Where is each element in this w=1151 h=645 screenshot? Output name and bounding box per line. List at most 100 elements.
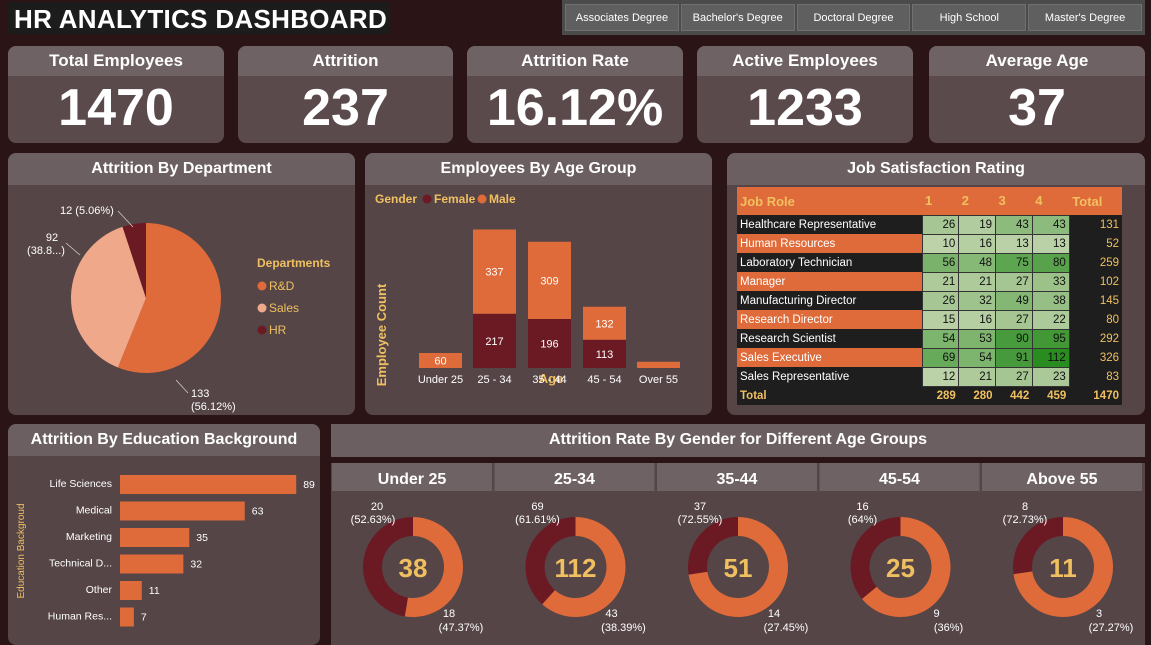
donut-label-male: 9 [933, 608, 939, 620]
table-header-cell: 1 [922, 187, 959, 215]
total-cell: 52 [1069, 234, 1122, 253]
filter-masters-degree[interactable]: Master's Degree [1028, 4, 1142, 31]
rating-cell: 95 [1031, 328, 1070, 349]
rating-cell: 21 [958, 271, 997, 292]
rating-cell: 56 [921, 252, 960, 273]
table-header-cell: Total [1069, 187, 1122, 215]
x-tick-label: Over 55 [639, 374, 678, 386]
total-row-cell: 289 [922, 386, 959, 405]
rating-cell: 75 [995, 252, 1033, 273]
filter-high-school[interactable]: High School [912, 4, 1027, 31]
total-cell: 326 [1069, 348, 1122, 367]
total-cell: 131 [1069, 215, 1122, 234]
bar-label: 217 [485, 336, 503, 348]
donut-header: Under 25 [378, 471, 447, 488]
donut-label-female: (72.55%) [678, 514, 723, 526]
table-row: Human Resources 10 16 13 13 52 [737, 233, 1122, 254]
rating-cell: 10 [921, 233, 960, 254]
rating-cell: 23 [1031, 366, 1070, 387]
donut-label-female: 20 [371, 501, 383, 513]
pie-data-label: 92 [46, 232, 58, 244]
bar-label: 196 [540, 339, 558, 351]
job-role-cell: Sales Representative [737, 367, 922, 386]
rating-cell: 19 [958, 214, 997, 235]
rating-cell: 27 [995, 366, 1033, 387]
kpi-active-employees: Active Employees 1233 [697, 46, 913, 143]
legend-label: Female [434, 192, 476, 206]
rating-cell: 21 [921, 271, 960, 292]
job-role-cell: Sales Executive [737, 348, 922, 367]
donut-label-female: (72.73%) [1003, 514, 1048, 526]
rating-cell: 27 [995, 271, 1033, 292]
y-tick-label: Marketing [66, 531, 112, 543]
kpi-average-age: Average Age 37 [929, 46, 1145, 143]
education-bar [120, 554, 184, 574]
attrition-by-education-panel: Attrition By Education Background Educat… [8, 424, 320, 645]
donut-label-male: (47.37%) [439, 622, 484, 634]
bar-label: 63 [252, 506, 264, 518]
legend-title: Gender [375, 192, 417, 206]
kpi-label: Average Age [929, 46, 1145, 76]
total-row-cell: 459 [1032, 386, 1070, 405]
y-tick-label: Medical [76, 505, 112, 517]
pie-leader-line [117, 210, 134, 228]
donut-label-female: (61.61%) [515, 514, 560, 526]
rating-cell: 33 [1031, 271, 1070, 292]
donut-label-female: 69 [531, 501, 543, 513]
legend-label: HR [269, 323, 287, 337]
pie-data-label: 12 (5.06%) [60, 205, 114, 217]
panel-title: Employees By Age Group [365, 153, 712, 185]
donut-label-female: (52.63%) [351, 514, 396, 526]
y-axis-label: Employee Count [374, 283, 389, 386]
bar-label: 60 [434, 356, 446, 368]
job-role-cell: Manufacturing Director [737, 291, 922, 310]
bar-label: 32 [190, 559, 202, 571]
donut-label-female: 37 [694, 501, 706, 513]
y-axis-label: Education Backgroud [16, 503, 27, 598]
table-row: Research Scientist 54 53 90 95 292 [737, 328, 1122, 349]
donut-label-male: 14 [768, 608, 780, 620]
table-row: Sales Executive 69 54 91 112 326 [737, 347, 1122, 368]
rating-cell: 16 [958, 233, 997, 254]
donut-label-male: 18 [443, 608, 455, 620]
total-row-cell: 442 [995, 386, 1033, 405]
kpi-label: Total Employees [8, 46, 224, 76]
job-role-cell: Human Resources [737, 234, 922, 253]
donut-label-male: (38.39%) [601, 622, 646, 634]
table-row: Laboratory Technician 56 48 75 80 259 [737, 252, 1122, 273]
pie-leader-line [65, 242, 81, 256]
donut-header: 45-54 [879, 471, 920, 488]
legend-marker-female [422, 194, 432, 204]
kpi-attrition-rate: Attrition Rate 16.12% [467, 46, 683, 143]
rating-cell: 80 [1031, 252, 1070, 273]
rating-cell: 43 [995, 214, 1033, 235]
job-satisfaction-panel: Job Satisfaction Rating Job Role 1 2 3 4 Tota… [727, 153, 1145, 415]
rating-cell: 38 [1031, 290, 1070, 311]
y-tick-label: Life Sciences [50, 478, 112, 490]
total-row-cell: 280 [958, 386, 996, 405]
filter-associates-degree[interactable]: Associates Degree [565, 4, 679, 31]
rating-cell: 13 [995, 233, 1033, 254]
job-satisfaction-table: Job Role 1 2 3 4 Total Healthcare Representati… [737, 187, 1122, 405]
bar-label: 132 [595, 318, 613, 330]
donut-header: Above 55 [1026, 471, 1097, 488]
kpi-total-employees: Total Employees 1470 [8, 46, 224, 143]
y-tick-label: Technical D... [49, 558, 112, 570]
age-group-stacked-bar-chart: Gender Female MaleEmployee Count Age60Under… [374, 192, 680, 386]
donut-center-value: 51 [724, 553, 753, 583]
x-tick-label: Under 25 [418, 374, 463, 386]
job-role-cell: Laboratory Technician [737, 253, 922, 272]
filter-bachelors-degree[interactable]: Bachelor's Degree [680, 4, 795, 31]
education-filter-slicer: Associates Degree Bachelor's Degree Doct… [562, 0, 1145, 35]
gender-age-donuts: Under 25 38 20 (52.63%) 18 (47.37%) 25-34 112 69… [331, 463, 1145, 645]
legend-marker [257, 281, 267, 291]
pie-leader-line [175, 379, 189, 394]
job-role-cell: Research Director [737, 310, 922, 329]
filter-doctoral-degree[interactable]: Doctoral Degree [796, 4, 911, 31]
rating-cell: 54 [921, 328, 960, 349]
donut-center-value: 11 [1049, 553, 1077, 583]
rating-cell: 91 [995, 347, 1033, 368]
rating-cell: 32 [958, 290, 997, 311]
kpi-value: 1470 [58, 79, 174, 137]
donut-center-value: 112 [555, 553, 597, 583]
